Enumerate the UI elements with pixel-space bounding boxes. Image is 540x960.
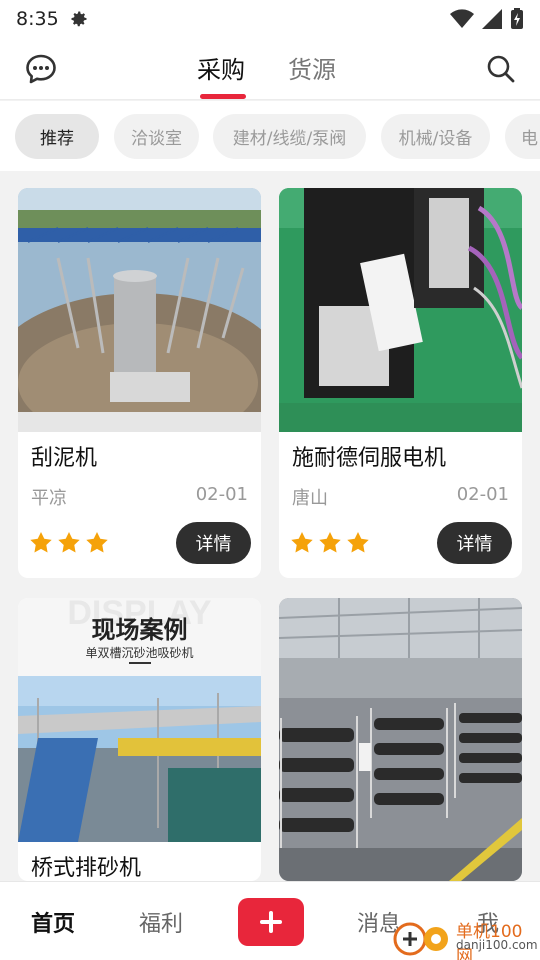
category-chip-electric[interactable]: 电 bbox=[505, 114, 540, 159]
product-title: 桥式排砂机 bbox=[31, 856, 142, 881]
star-icon bbox=[291, 532, 313, 553]
detail-button[interactable]: 详情 bbox=[176, 522, 251, 564]
active-tab-indicator bbox=[200, 94, 246, 99]
star-icon bbox=[58, 532, 80, 553]
product-image: DISPLAY 现场案例 单双槽沉砂池吸砂机 bbox=[18, 598, 261, 842]
product-date: 02-01 bbox=[456, 484, 509, 505]
battery-icon bbox=[511, 8, 523, 29]
product-card[interactable]: 施耐德伺服电机 唐山 02-01 详情 bbox=[279, 188, 522, 578]
product-card[interactable] bbox=[279, 598, 522, 881]
category-chip-recommend[interactable]: 推荐 bbox=[15, 114, 99, 159]
status-time: 8:35 bbox=[16, 8, 59, 30]
tab-supply[interactable]: 货源 bbox=[288, 50, 336, 85]
product-image bbox=[18, 188, 261, 432]
star-icon bbox=[319, 532, 341, 553]
rating-stars bbox=[30, 532, 108, 553]
image-heading: 现场案例 bbox=[91, 616, 188, 644]
product-date: 02-01 bbox=[195, 484, 248, 505]
product-city: 平凉 bbox=[31, 488, 67, 509]
search-icon[interactable] bbox=[484, 52, 518, 86]
watermark-url: danji100.com bbox=[456, 938, 538, 952]
product-image bbox=[279, 598, 522, 881]
publish-plus-button[interactable] bbox=[238, 898, 304, 946]
chat-icon[interactable] bbox=[24, 52, 58, 86]
product-image bbox=[279, 188, 522, 432]
watermark-logo-icon bbox=[393, 922, 448, 956]
rating-stars bbox=[291, 532, 369, 553]
category-chip-negotiation[interactable]: 洽谈室 bbox=[114, 114, 199, 159]
star-icon bbox=[347, 532, 369, 553]
category-chip-machinery[interactable]: 机械/设备 bbox=[381, 114, 490, 159]
detail-button[interactable]: 详情 bbox=[437, 522, 512, 564]
product-title: 刮泥机 bbox=[31, 446, 98, 471]
product-card[interactable]: DISPLAY 现场案例 单双槽沉砂池吸砂机 桥式排砂机 bbox=[18, 598, 261, 881]
site-watermark: 单机100网 danji100.com bbox=[392, 913, 538, 960]
category-chip-building[interactable]: 建材/线缆/泵阀 bbox=[213, 114, 366, 159]
gear-icon bbox=[71, 11, 87, 27]
star-icon bbox=[30, 532, 52, 553]
wifi-icon bbox=[450, 9, 474, 28]
product-title: 施耐德伺服电机 bbox=[292, 446, 447, 471]
product-city: 唐山 bbox=[292, 488, 328, 509]
category-bar: 推荐 洽谈室 建材/线缆/泵阀 机械/设备 电 bbox=[0, 101, 540, 171]
status-bar: 8:35 bbox=[0, 0, 540, 38]
product-card[interactable]: 刮泥机 平凉 02-01 详情 bbox=[18, 188, 261, 578]
star-icon bbox=[86, 532, 108, 553]
tab-purchase[interactable]: 采购 bbox=[197, 50, 245, 85]
signal-icon bbox=[482, 9, 502, 29]
image-divider bbox=[129, 662, 151, 664]
status-icons bbox=[450, 8, 524, 30]
top-header: 采购 货源 bbox=[0, 38, 540, 100]
nav-home[interactable]: 首页 bbox=[31, 906, 75, 938]
image-subheading: 单双槽沉砂池吸砂机 bbox=[85, 646, 194, 660]
nav-welfare[interactable]: 福利 bbox=[139, 906, 183, 938]
